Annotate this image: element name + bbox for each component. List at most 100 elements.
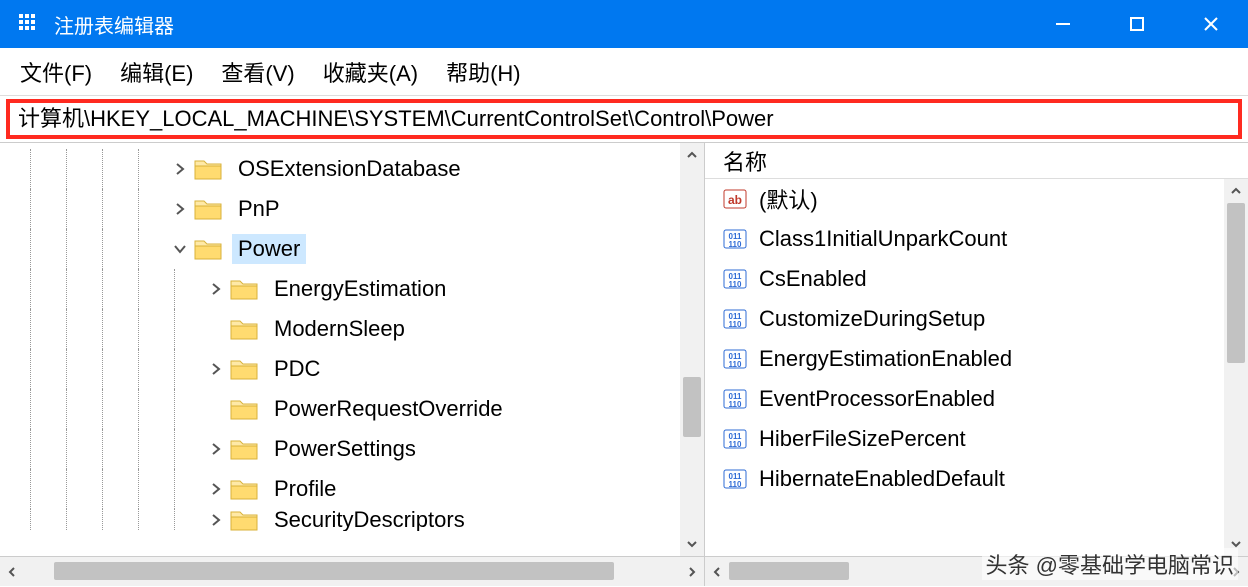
address-bar[interactable]: 计算机\HKEY_LOCAL_MACHINE\SYSTEM\CurrentCon… (6, 99, 1242, 139)
column-header-name[interactable]: 名称 (705, 143, 1248, 179)
scroll-track[interactable] (1224, 203, 1248, 532)
scroll-track[interactable] (24, 557, 680, 587)
tree-item-label: ModernSleep (268, 314, 411, 344)
tree-expander-icon[interactable] (206, 510, 226, 530)
tree-expander-icon[interactable] (206, 279, 226, 299)
svg-text:ab: ab (728, 193, 742, 207)
value-name: HiberFileSizePercent (759, 426, 966, 452)
tree-expander-icon[interactable] (206, 399, 226, 419)
tree-item[interactable]: SecurityDescriptors (0, 509, 680, 531)
tree-item[interactable]: Profile (0, 469, 680, 509)
tree-expander-icon[interactable] (206, 319, 226, 339)
tree-item-label: PowerSettings (268, 434, 422, 464)
string-value-icon: ab (723, 187, 747, 211)
values-pane: 名称 ab(默认)011110Class1InitialUnparkCount0… (705, 143, 1248, 556)
scroll-thumb[interactable] (1227, 203, 1245, 363)
value-row[interactable]: 011110 EnergyEstimationEnabled (705, 339, 1224, 379)
binary-value-icon: 011110 (723, 307, 747, 331)
svg-text:110: 110 (729, 440, 742, 449)
folder-icon (230, 437, 258, 461)
binary-value-icon: 011110 (723, 267, 747, 291)
tree-horizontal-scrollbar[interactable] (0, 557, 705, 586)
tree-vertical-scrollbar[interactable] (680, 143, 704, 556)
tree-expander-icon[interactable] (170, 239, 190, 259)
watermark: 头条 @零基础学电脑常识 (982, 548, 1238, 580)
scroll-thumb[interactable] (54, 562, 614, 580)
menu-file[interactable]: 文件(F) (20, 56, 92, 88)
scroll-up-icon[interactable] (1224, 179, 1248, 203)
scroll-left-icon[interactable] (0, 557, 24, 587)
value-row[interactable]: 011110HiberFileSizePercent (705, 419, 1224, 459)
content-splitter: OSExtensionDatabase PnP Power EnergyEstimat… (0, 142, 1248, 556)
scroll-track[interactable] (680, 167, 704, 532)
folder-icon (230, 317, 258, 341)
tree-expander-icon[interactable] (206, 479, 226, 499)
tree-item-label: PDC (268, 354, 326, 384)
value-name: EventProcessorEnabled (759, 386, 995, 412)
title-bar: 注册表编辑器 (0, 0, 1248, 48)
value-row[interactable]: 011110 HibernateEnabledDefault (705, 459, 1224, 499)
tree-view[interactable]: OSExtensionDatabase PnP Power EnergyEstimat… (0, 143, 680, 556)
value-row[interactable]: 011110 CsEnabled (705, 259, 1224, 299)
menu-view[interactable]: 查看(V) (221, 56, 294, 88)
tree-item[interactable]: ModernSleep (0, 309, 680, 349)
tree-item[interactable]: Power (0, 229, 680, 269)
svg-text:110: 110 (729, 360, 742, 369)
tree-item[interactable]: EnergyEstimation (0, 269, 680, 309)
folder-icon (230, 357, 258, 381)
tree-item-label: PnP (232, 194, 286, 224)
binary-value-icon: 011110 (723, 227, 747, 251)
tree-expander-icon[interactable] (170, 159, 190, 179)
tree-expander-icon[interactable] (170, 199, 190, 219)
tree-item-label: EnergyEstimation (268, 274, 452, 304)
values-list[interactable]: ab(默认)011110Class1InitialUnparkCount0111… (705, 179, 1224, 556)
scroll-thumb[interactable] (729, 562, 849, 580)
folder-icon (230, 397, 258, 421)
value-name: Class1InitialUnparkCount (759, 226, 1007, 252)
value-row[interactable]: 011110CustomizeDuringSetup (705, 299, 1224, 339)
tree-item[interactable]: PnP (0, 189, 680, 229)
value-row[interactable]: 011110 Class1InitialUnparkCount (705, 219, 1224, 259)
menu-bar: 文件(F) 编辑(E) 查看(V) 收藏夹(A) 帮助(H) (0, 48, 1248, 96)
tree-item[interactable]: PDC (0, 349, 680, 389)
address-bar-container: 计算机\HKEY_LOCAL_MACHINE\SYSTEM\CurrentCon… (0, 96, 1248, 142)
value-name: HibernateEnabledDefault (759, 466, 1005, 492)
menu-help[interactable]: 帮助(H) (446, 56, 521, 88)
menu-favorites[interactable]: 收藏夹(A) (323, 56, 418, 88)
close-button[interactable] (1174, 0, 1248, 48)
value-name: CsEnabled (759, 266, 867, 292)
folder-icon (230, 509, 258, 531)
list-vertical-scrollbar[interactable] (1224, 179, 1248, 556)
tree-item[interactable]: PowerRequestOverride (0, 389, 680, 429)
binary-value-icon: 011110 (723, 467, 747, 491)
value-name: EnergyEstimationEnabled (759, 346, 1012, 372)
scroll-up-icon[interactable] (680, 143, 704, 167)
scroll-right-icon[interactable] (680, 557, 704, 587)
svg-text:110: 110 (729, 480, 742, 489)
value-row[interactable]: ab (默认) (705, 179, 1224, 219)
tree-expander-icon[interactable] (206, 359, 226, 379)
binary-value-icon: 011110 (723, 387, 747, 411)
tree-item-label: Power (232, 234, 306, 264)
app-icon (18, 13, 40, 35)
menu-edit[interactable]: 编辑(E) (120, 56, 193, 88)
svg-text:110: 110 (729, 320, 742, 329)
folder-icon (230, 277, 258, 301)
maximize-button[interactable] (1100, 0, 1174, 48)
folder-icon (194, 197, 222, 221)
minimize-button[interactable] (1026, 0, 1100, 48)
svg-text:110: 110 (729, 280, 742, 289)
tree-item[interactable]: PowerSettings (0, 429, 680, 469)
scroll-left-icon[interactable] (705, 557, 729, 587)
folder-icon (230, 477, 258, 501)
tree-item-label: SecurityDescriptors (268, 509, 471, 531)
tree-item[interactable]: OSExtensionDatabase (0, 149, 680, 189)
scroll-thumb[interactable] (683, 377, 701, 437)
scroll-down-icon[interactable] (680, 532, 704, 556)
value-row[interactable]: 011110 EventProcessorEnabled (705, 379, 1224, 419)
folder-icon (194, 237, 222, 261)
value-name: (默认) (759, 183, 818, 215)
tree-item-label: PowerRequestOverride (268, 394, 509, 424)
binary-value-icon: 011110 (723, 347, 747, 371)
tree-expander-icon[interactable] (206, 439, 226, 459)
